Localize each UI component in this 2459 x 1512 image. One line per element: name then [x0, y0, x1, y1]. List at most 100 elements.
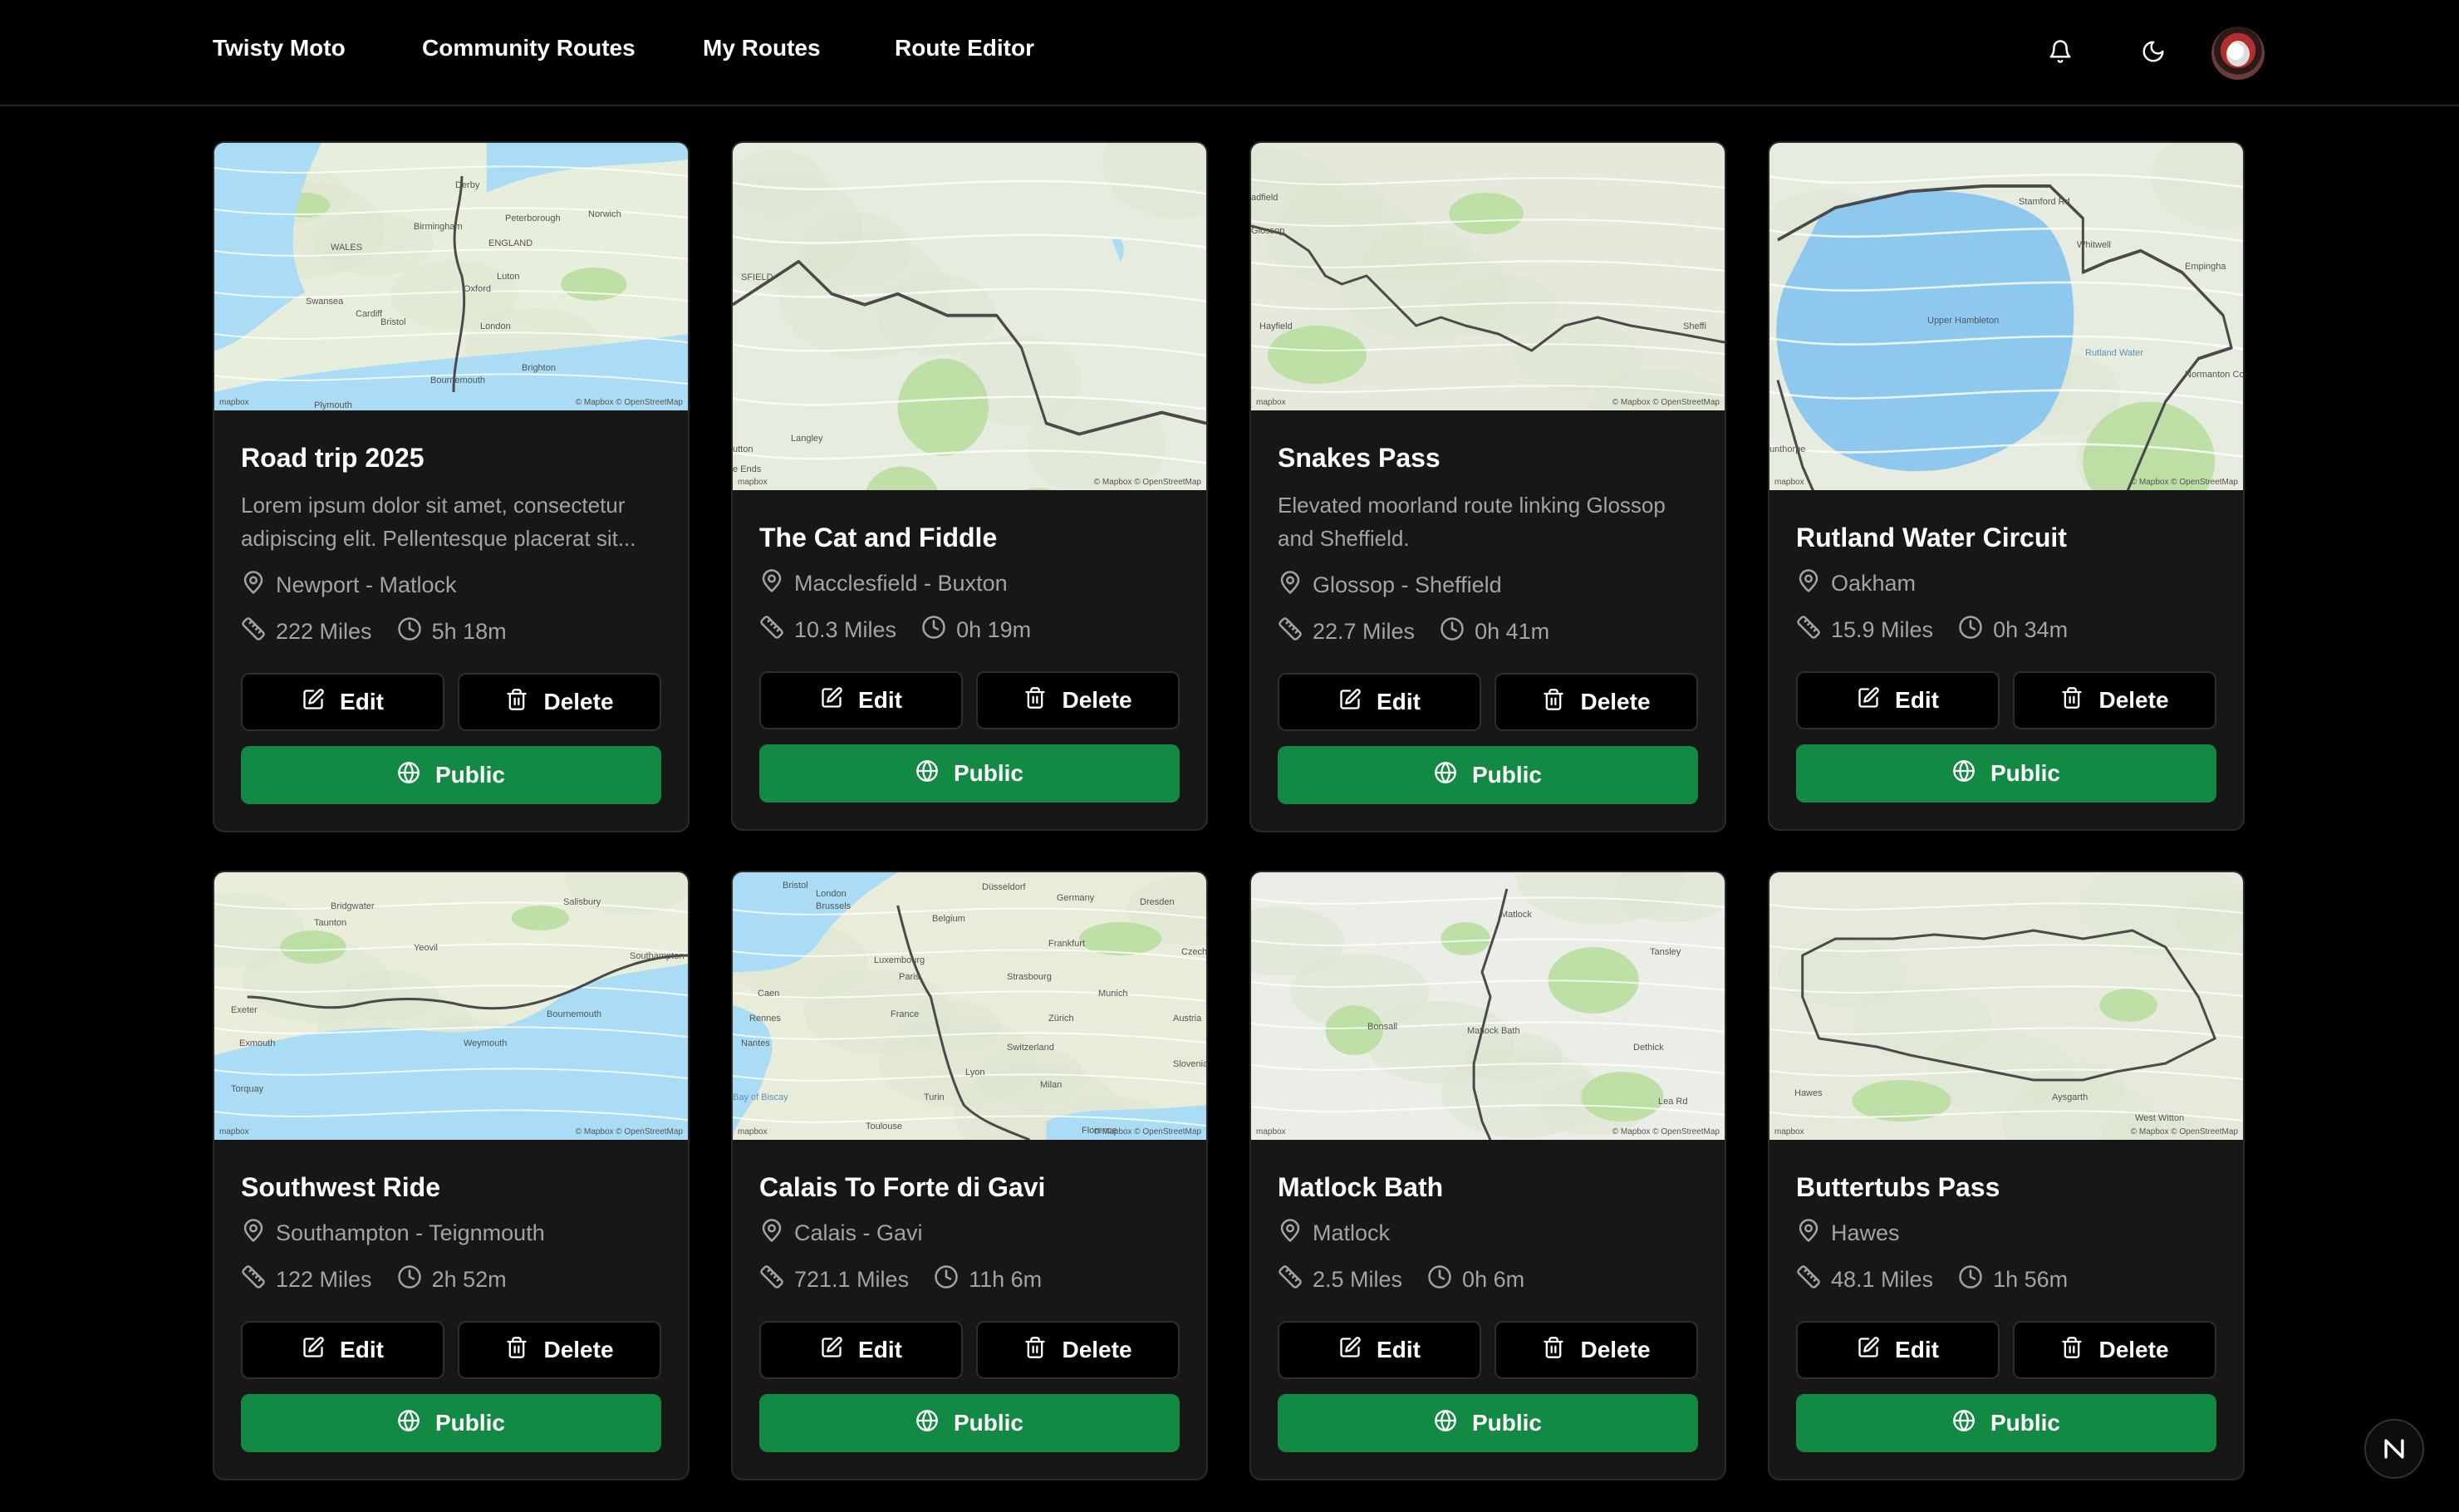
map-place-label: Normanton Cottages [2185, 369, 2243, 380]
public-toggle-button[interactable]: Public [241, 746, 661, 804]
route-location-text: Southampton - Teignmouth [276, 1220, 545, 1245]
nav-my-routes[interactable]: My Routes [703, 35, 821, 61]
ruler-icon [759, 615, 794, 646]
delete-button[interactable]: Delete [2013, 671, 2216, 729]
nav-community-routes[interactable]: Community Routes [422, 35, 636, 61]
edit-icon [1338, 1336, 1377, 1365]
route-map[interactable]: mapbox © Mapbox © OpenStreetMap Stamford… [1769, 143, 2243, 490]
route-map[interactable]: mapbox © Mapbox © OpenStreetMap adfield G… [1251, 143, 1725, 410]
route-title: Buttertubs Pass [1796, 1172, 2000, 1202]
edit-button[interactable]: Edit [1278, 1321, 1481, 1379]
public-toggle-button[interactable]: Public [759, 744, 1180, 803]
delete-button[interactable]: Delete [1495, 673, 1698, 731]
delete-button[interactable]: Delete [458, 673, 661, 731]
bell-icon[interactable] [2042, 33, 2079, 70]
map-place-label: Florence [1082, 1126, 1117, 1136]
map-place-label: unthorpe [1769, 444, 1806, 455]
edit-button[interactable]: Edit [1796, 671, 2000, 729]
map-place-label: Luton [497, 272, 520, 282]
public-toggle-button[interactable]: Public [1796, 744, 2216, 803]
route-map[interactable]: mapbox © Mapbox © OpenStreetMap Bridgwat… [214, 872, 688, 1140]
map-pin-icon [759, 568, 794, 599]
map-place-label: Nantes [741, 1038, 770, 1048]
route-location: Newport - Matlock [241, 568, 661, 601]
map-place-label: West Witton [2135, 1113, 2185, 1123]
map-place-label: Munich [1098, 989, 1128, 999]
map-place-label: Brussels [816, 901, 852, 911]
route-map[interactable]: mapbox © Mapbox © OpenStreetMap Hawes Ays… [1769, 872, 2243, 1140]
map-credit[interactable]: © Mapbox © OpenStreetMap [2131, 1127, 2238, 1136]
edit-button[interactable]: Edit [759, 671, 963, 729]
brand-link[interactable]: Twisty Moto [213, 35, 346, 61]
map-credit[interactable]: © Mapbox © OpenStreetMap [1094, 478, 1201, 487]
map-place-label: Lyon [965, 1068, 985, 1078]
map-place-label: Taunton [314, 918, 347, 928]
route-duration: 5h 18m [431, 618, 507, 644]
mapbox-logo: mapbox [1774, 478, 1804, 487]
map-place-label: Frankfurt [1048, 939, 1086, 949]
map-place-label: Torquay [231, 1084, 264, 1094]
map-place-label: London [480, 322, 511, 331]
map-place-label: Aysgarth [2052, 1092, 2088, 1102]
delete-button[interactable]: Delete [976, 671, 1180, 729]
map-credit[interactable]: © Mapbox © OpenStreetMap [2131, 478, 2238, 487]
map-credit[interactable]: © Mapbox © OpenStreetMap [576, 1127, 683, 1136]
route-location-text: Oakham [1831, 570, 1917, 596]
trash-icon [2060, 1336, 2098, 1365]
route-distance: 48.1 Miles [1831, 1266, 1934, 1292]
map-place-label: Germany [1057, 893, 1095, 903]
delete-button[interactable]: Delete [2013, 1321, 2216, 1379]
mapbox-logo: mapbox [219, 1127, 249, 1136]
public-toggle-button[interactable]: Public [1796, 1394, 2216, 1452]
map-place-label: Cardiff [356, 309, 383, 319]
edit-button[interactable]: Edit [1278, 673, 1481, 731]
route-title: Rutland Water Circuit [1796, 523, 2067, 552]
ruler-icon [1278, 616, 1313, 647]
delete-button[interactable]: Delete [458, 1321, 661, 1379]
map-place-label: Empingha [2185, 261, 2226, 272]
route-stats: 48.1 Miles 1h 56m [1796, 1263, 2216, 1296]
map-credit[interactable]: © Mapbox © OpenStreetMap [1612, 398, 1720, 407]
route-map[interactable]: mapbox © Mapbox © OpenStreetMap SFIELD La… [733, 143, 1206, 490]
delete-button[interactable]: Delete [1495, 1321, 1698, 1379]
public-toggle-button[interactable]: Public [1278, 746, 1698, 804]
delete-button[interactable]: Delete [976, 1321, 1180, 1379]
moon-icon[interactable] [2135, 33, 2172, 70]
map-place-label: Milan [1040, 1080, 1063, 1090]
user-avatar[interactable] [2211, 27, 2265, 80]
map-place-label: Langley [791, 434, 823, 444]
mapbox-logo: mapbox [219, 398, 249, 407]
edit-icon [302, 1336, 340, 1365]
edit-button[interactable]: Edit [241, 673, 444, 731]
map-place-label: Derby [455, 180, 480, 190]
map-credit[interactable]: © Mapbox © OpenStreetMap [576, 398, 683, 407]
route-map[interactable]: mapbox © Mapbox © OpenStreetMap Matlock T… [1251, 872, 1725, 1140]
clock-icon [397, 1264, 432, 1295]
globe-icon [1952, 759, 1990, 788]
route-map[interactable]: mapbox © Mapbox © OpenStreetMap Bristol L… [733, 872, 1206, 1140]
map-place-label: Austria [1173, 1014, 1202, 1024]
delete-label: Delete [543, 689, 614, 714]
route-duration: 0h 34m [1993, 616, 2069, 642]
edit-label: Edit [858, 1337, 902, 1362]
route-distance: 10.3 Miles [794, 616, 897, 642]
dev-tools-badge[interactable] [2364, 1419, 2424, 1479]
public-toggle-button[interactable]: Public [1278, 1394, 1698, 1452]
public-toggle-button[interactable]: Public [241, 1394, 661, 1452]
map-place-label: Exeter [231, 1005, 258, 1015]
edit-button[interactable]: Edit [1796, 1321, 2000, 1379]
map-place-label: Norwich [588, 209, 621, 219]
route-map[interactable]: mapbox © Mapbox © OpenStreetMap Derby Pet… [214, 143, 688, 410]
edit-button[interactable]: Edit [759, 1321, 963, 1379]
route-location: Calais - Gavi [759, 1216, 1180, 1249]
mapbox-logo: mapbox [738, 478, 768, 487]
edit-button[interactable]: Edit [241, 1321, 444, 1379]
map-place-label: Stamford Rd [2019, 196, 2070, 207]
map-place-label: Southampton [630, 951, 685, 961]
public-toggle-button[interactable]: Public [759, 1394, 1180, 1452]
map-credit[interactable]: © Mapbox © OpenStreetMap [1612, 1127, 1720, 1136]
edit-icon [820, 1336, 858, 1365]
clock-icon [1440, 616, 1475, 647]
mapbox-logo: mapbox [1256, 1127, 1286, 1136]
nav-route-editor[interactable]: Route Editor [895, 35, 1034, 61]
